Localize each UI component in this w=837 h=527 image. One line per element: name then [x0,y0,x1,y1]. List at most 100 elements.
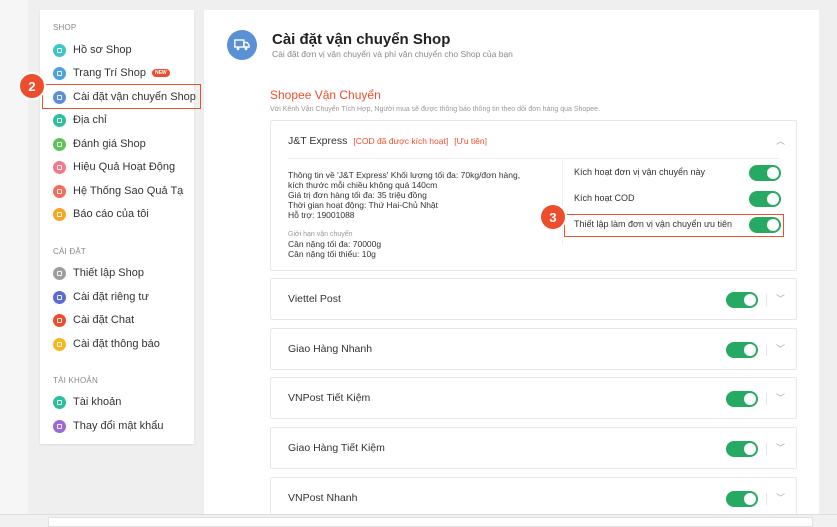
carrier-name: Viettel Post [288,293,341,305]
location-icon [53,113,66,127]
sidebar-item-chat-settings[interactable]: Cài đặt Chat [53,311,134,329]
sidebar-item-shop-rating[interactable]: Đánh giá Shop [53,135,146,153]
sidebar-item-penalty-points[interactable]: Hệ Thống Sao Quả Tạ [53,182,183,200]
highlight-box-priority-setting [564,214,784,237]
carrier-card-viettel-post[interactable]: Viettel Post ﹀ [270,278,797,320]
bottom-input[interactable] [48,517,813,527]
carrier-info-line: Thời gian hoạt động: Thứ Hai-Chủ Nhật [288,200,439,210]
chevron-down-icon[interactable]: ﹀ [776,491,785,504]
gear-icon [53,266,66,280]
carrier-toggle[interactable] [726,441,758,457]
limit-line: Cân nặng tối đa: 70000g [288,239,382,249]
sidebar-item-label: Cài đặt riêng tư [73,291,149,303]
carrier-name: VNPost Nhanh [288,492,358,504]
carrier-card-vnpost-nhanh[interactable]: VNPost Nhanh ﹀ [270,477,797,514]
divider [766,493,767,505]
sidebar-item-notification-settings[interactable]: Cài đặt thông báo [53,335,160,353]
carrier-name: Giao Hàng Tiết Kiệm [288,442,385,454]
section-title: Shopee Vận Chuyển [270,88,381,102]
carrier-toggle[interactable] [726,491,758,507]
setting-activate-cod-label: Kích hoạt COD [574,193,635,203]
column-divider [562,159,563,245]
section-description: Với Kênh Vận Chuyển Tích Hợp, Người mua … [270,106,600,113]
sidebar-item-label: Địa chỉ [73,114,107,126]
sidebar-item-shop-profile[interactable]: Hồ sơ Shop [53,41,132,59]
sidebar-item-label: Đánh giá Shop [73,138,146,150]
sidebar-item-label: Cài đặt thông báo [73,338,160,350]
new-badge: NEW [151,69,170,77]
sidebar-section-account: TÀI KHOẢN [53,376,98,385]
chat-icon [53,313,66,327]
divider [766,344,767,356]
sidebar-item-privacy-settings[interactable]: Cài đặt riêng tư [53,288,149,306]
carrier-name: VNPost Tiết Kiệm [288,392,371,404]
activate-carrier-toggle[interactable] [749,165,781,181]
shipping-limit-label: Giới hạn vận chuyển [288,231,353,238]
sidebar-section-shop: SHOP [53,23,77,32]
report-icon [53,207,66,221]
divider [288,158,779,159]
sidebar-item-shop-setup[interactable]: Thiết lập Shop [53,264,144,282]
sidebar-item-change-password[interactable]: Thay đổi mật khẩu [53,417,164,435]
star-icon [53,137,66,151]
sidebar-item-address[interactable]: Địa chỉ [53,111,107,129]
page-subtitle: Cài đặt đơn vị vận chuyển và phí vận chu… [272,49,513,59]
cod-tag: [COD đã được kích hoạt] [353,136,449,146]
main-content: Cài đặt vận chuyển Shop Cài đặt đơn vị v… [204,10,819,514]
carrier-name: Giao Hàng Nhanh [288,343,373,355]
carrier-header[interactable]: J&T Express [COD đã được kích hoạt] [Ưu ti… [288,135,487,147]
shop-profile-icon [53,43,66,57]
sidebar-item-label: Cài đặt Chat [73,314,135,326]
sidebar-item-label: Trang Trí Shop [73,67,146,79]
decoration-icon [53,66,66,80]
truck-icon [227,30,257,60]
chevron-down-icon[interactable]: ﹀ [776,292,785,305]
divider [766,294,767,306]
carrier-card-jt-express: J&T Express [COD đã được kích hoạt] [Ưu ti… [270,120,797,271]
sidebar-item-label: Thiết lập Shop [73,267,144,279]
carrier-info-line: Hỗ trợ: 19001088 [288,210,355,220]
account-icon [53,395,66,409]
weight-icon [53,184,66,198]
carrier-card-giao-hang-nhanh[interactable]: Giao Hàng Nhanh ﹀ [270,328,797,370]
divider [766,393,767,405]
sidebar-item-label: Hiệu Quả Hoạt Động [73,161,176,173]
limit-line: Cân nặng tối thiểu: 10g [288,249,376,259]
sidebar-item-my-reports[interactable]: Báo cáo của tôi [53,205,149,223]
chevron-down-icon[interactable]: ﹀ [776,391,785,404]
chevron-down-icon[interactable]: ﹀ [776,342,785,355]
lock-icon [53,290,66,304]
bell-icon [53,337,66,351]
carrier-info-line: Thông tin về 'J&T Express' Khối lượng tố… [288,170,521,180]
sidebar-item-label: Thay đổi mật khẩu [73,420,164,432]
key-icon [53,419,66,433]
chevron-down-icon[interactable]: ﹀ [776,441,785,454]
priority-tag: [Ưu tiên] [454,136,487,146]
activate-cod-toggle[interactable] [749,191,781,207]
carrier-card-giao-hang-tiet-kiem[interactable]: Giao Hàng Tiết Kiệm ﹀ [270,427,797,469]
sidebar-item-label: Tài khoản [73,396,122,408]
step-badge-3: 3 [541,205,565,229]
sidebar-item-performance[interactable]: Hiệu Quả Hoạt Động [53,158,175,176]
page-title: Cài đặt vận chuyển Shop [272,31,451,48]
step-badge-2: 2 [20,74,44,98]
chevron-up-icon[interactable]: ︿ [776,134,785,147]
carrier-info-line: kích thước mỗi chiều không quá 140cm [288,180,438,190]
sidebar-item-label: Hồ sơ Shop [73,44,132,56]
sidebar-section-settings: CÀI ĐẶT [53,247,86,256]
setting-activate-carrier-label: Kích hoạt đơn vị vận chuyển này [574,167,705,177]
carrier-card-vnpost-tiet-kiem[interactable]: VNPost Tiết Kiệm ﹀ [270,377,797,419]
performance-icon [53,160,66,174]
carrier-info-line: Giá trị đơn hàng tối đa: 35 triệu đồng [288,190,427,200]
sidebar-item-label: Hệ Thống Sao Quả Tạ [73,185,184,197]
sidebar-item-account[interactable]: Tài khoản [53,393,121,411]
carrier-name: J&T Express [288,135,348,147]
divider [766,443,767,455]
sidebar-item-label: Báo cáo của tôi [73,208,149,220]
carrier-toggle[interactable] [726,292,758,308]
highlight-box-shipping-settings [42,84,201,109]
carrier-toggle[interactable] [726,391,758,407]
sidebar: SHOP Hồ sơ Shop Trang Trí Shop NEW Cài đ… [40,10,196,444]
carrier-toggle[interactable] [726,342,758,358]
sidebar-item-shop-decoration[interactable]: Trang Trí Shop NEW [53,64,170,82]
